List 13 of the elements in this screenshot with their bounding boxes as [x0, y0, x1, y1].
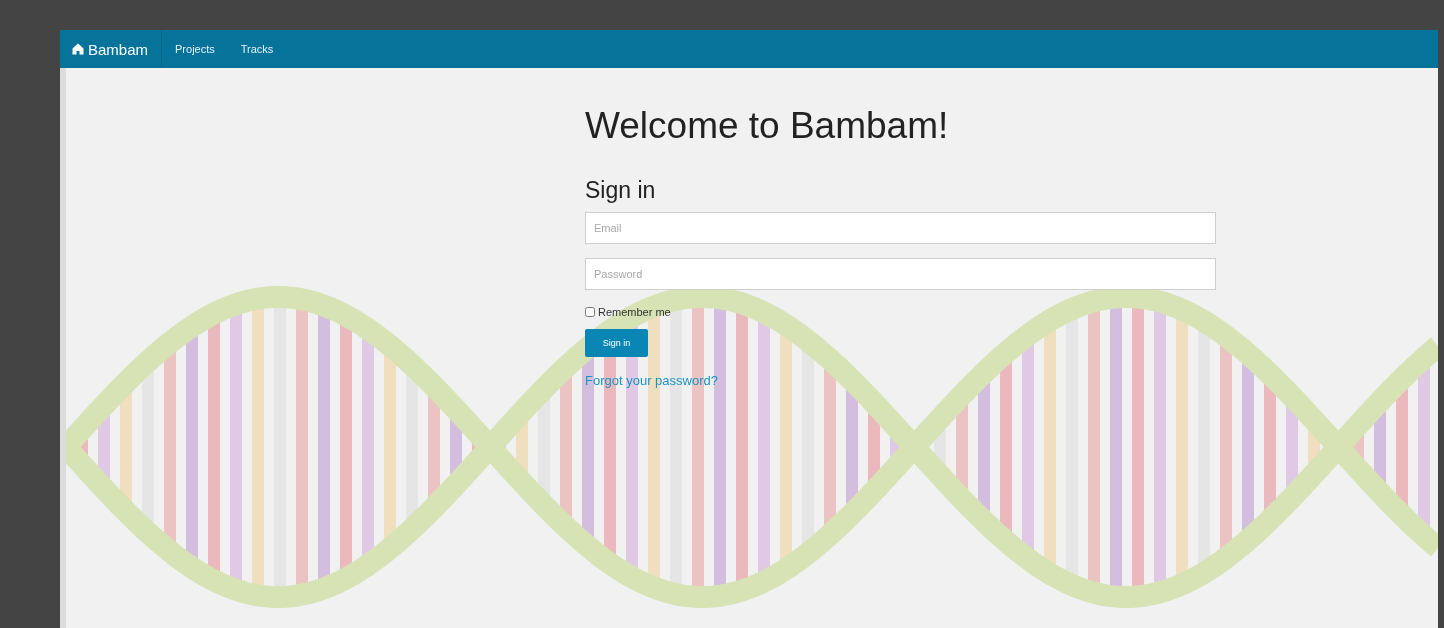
- nav-link[interactable]: Projects: [162, 30, 228, 68]
- home-icon: [72, 43, 84, 55]
- remember-label: Remember me: [598, 306, 671, 318]
- remember-checkbox[interactable]: [585, 307, 595, 317]
- password-field[interactable]: Password: [585, 258, 1216, 290]
- sign-in-button[interactable]: Sign in: [585, 329, 648, 357]
- sign-in-heading: Sign in: [585, 176, 657, 204]
- forgot-password-link[interactable]: Forgot your password?: [585, 373, 718, 388]
- brand-link[interactable]: Bambam: [60, 30, 163, 68]
- brand-name: Bambam: [88, 40, 149, 58]
- nav-link[interactable]: Tracks: [227, 30, 287, 68]
- email-field[interactable]: Email: [585, 212, 1216, 244]
- page-heading: Welcome to Bambam!: [585, 104, 950, 148]
